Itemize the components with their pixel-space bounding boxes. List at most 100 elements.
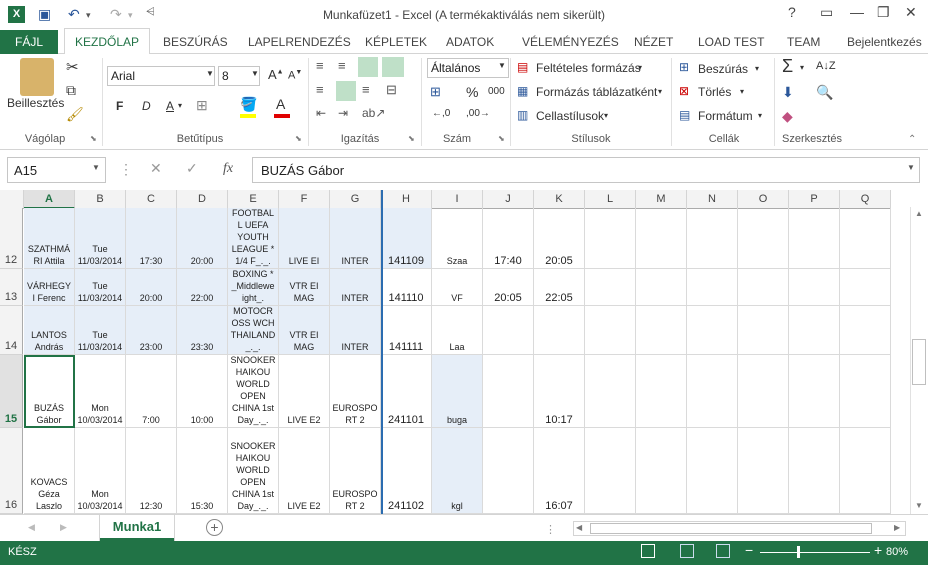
column-header-a[interactable]: A [24, 190, 75, 209]
cell-g12[interactable]: INTER [330, 208, 381, 269]
cell-a12[interactable]: SZATHMÁ RI Attila [24, 208, 75, 269]
cell-h15[interactable]: 241101 [381, 355, 432, 428]
cell-n13[interactable] [687, 269, 738, 306]
cell-e12[interactable]: FOOTBAL L UEFA YOUTH LEAGUE * 1/4 F_._. [228, 208, 279, 269]
chevron-down-icon[interactable]: ▼ [251, 69, 259, 78]
autosum-icon[interactable]: Σ [782, 56, 793, 77]
chevron-down-icon[interactable]: ▾ [740, 87, 744, 96]
cell-h14[interactable]: 141111 [381, 306, 432, 355]
chevron-down-icon[interactable]: ▾ [638, 63, 642, 72]
cell-f15[interactable]: LIVE E2 [279, 355, 330, 428]
scroll-right-icon[interactable]: ▶ [894, 523, 900, 532]
cell-c13[interactable]: 20:00 [126, 269, 177, 306]
cell-f14[interactable]: VTR EI MAG [279, 306, 330, 355]
cell-d13[interactable]: 22:00 [177, 269, 228, 306]
expand-formula-bar-icon[interactable]: ▼ [907, 163, 915, 172]
cell-q14[interactable] [840, 306, 891, 355]
column-header-d[interactable]: D [177, 190, 228, 209]
cell-e16[interactable]: SNOOKER HAIKOU WORLD OPEN CHINA 1st Day_… [228, 428, 279, 514]
chevron-down-icon[interactable]: ▾ [604, 111, 608, 120]
vertical-scrollbar[interactable]: ▲ ▼ [910, 207, 928, 514]
cell-k12[interactable]: 20:05 [534, 208, 585, 269]
normal-view-icon[interactable] [641, 544, 655, 558]
cell-k15[interactable]: 10:17 [534, 355, 585, 428]
cell-d14[interactable]: 23:30 [177, 306, 228, 355]
cell-c16[interactable]: 12:30 [126, 428, 177, 514]
copy-icon[interactable]: ⧉ [66, 82, 76, 99]
tab-review[interactable]: VÉLEMÉNYEZÉS [522, 35, 619, 49]
cell-e15[interactable]: SNOOKER HAIKOU WORLD OPEN CHINA 1st Day_… [228, 355, 279, 428]
clipboard-launcher-icon[interactable]: ⬊ [90, 134, 97, 143]
cell-i12[interactable]: Szaa [432, 208, 483, 269]
column-header-j[interactable]: J [483, 190, 534, 209]
scroll-up-icon[interactable]: ▲ [915, 209, 923, 218]
horizontal-scroll-thumb[interactable] [590, 523, 872, 534]
scroll-sheets-right-icon[interactable]: ▶ [60, 522, 67, 533]
tab-view[interactable]: NÉZET [634, 35, 673, 49]
column-header-k[interactable]: K [534, 190, 585, 209]
chevron-down-icon[interactable]: ▾ [755, 64, 759, 73]
orientation-icon[interactable]: ab↗ [362, 106, 385, 120]
cell-l14[interactable] [585, 306, 636, 355]
align-middle-icon[interactable]: ≡ [338, 58, 346, 73]
chevron-down-icon[interactable]: ▾ [758, 111, 762, 120]
decrease-decimal-icon[interactable]: ,00→ [466, 108, 490, 119]
minimize-button[interactable]: — [850, 4, 864, 20]
row-header-14[interactable]: 14 [0, 306, 23, 355]
cut-icon[interactable]: ✂ [66, 58, 79, 76]
cell-p15[interactable] [789, 355, 840, 428]
tab-formulas[interactable]: KÉPLETEK [365, 35, 427, 49]
font-color-icon[interactable]: A [276, 96, 285, 112]
sign-in-link[interactable]: Bejelentkezés [847, 35, 922, 49]
paste-icon[interactable] [20, 58, 54, 96]
cancel-icon[interactable]: ✕ [150, 160, 162, 177]
cell-styles-icon[interactable]: ▥ [517, 108, 528, 122]
font-launcher-icon[interactable]: ⬊ [295, 134, 302, 143]
grow-font-icon[interactable]: A▲ [268, 67, 284, 82]
scroll-left-icon[interactable]: ◀ [576, 523, 582, 532]
increase-decimal-icon[interactable]: ←,0 [432, 108, 450, 119]
cell-j15[interactable] [483, 355, 534, 428]
cell-c14[interactable]: 23:00 [126, 306, 177, 355]
cell-n12[interactable] [687, 208, 738, 269]
row-header-13[interactable]: 13 [0, 269, 23, 306]
cell-e14[interactable]: MOTOCR OSS WCH THAILAND _._. [228, 306, 279, 355]
cell-g15[interactable]: EUROSPO RT 2 [330, 355, 381, 428]
cell-g13[interactable]: INTER [330, 269, 381, 306]
comma-style-button[interactable]: 000 [488, 86, 505, 97]
page-break-view-icon[interactable] [716, 544, 730, 558]
zoom-out-button[interactable]: − [745, 542, 753, 558]
cell-l12[interactable] [585, 208, 636, 269]
cell-b13[interactable]: Tue 11/03/2014 [75, 269, 126, 306]
clear-icon[interactable]: ◆ [782, 108, 793, 125]
cell-b14[interactable]: Tue 11/03/2014 [75, 306, 126, 355]
help-button[interactable]: ? [788, 4, 796, 20]
column-header-e[interactable]: E [228, 190, 279, 209]
tab-file[interactable]: FÁJL [0, 30, 58, 54]
add-sheet-button[interactable]: + [206, 519, 223, 536]
format-as-table-button[interactable]: Formázás táblázatként [536, 85, 657, 99]
cell-b12[interactable]: Tue 11/03/2014 [75, 208, 126, 269]
cell-n16[interactable] [687, 428, 738, 514]
tab-insert[interactable]: BESZÚRÁS [163, 35, 228, 49]
find-select-icon[interactable]: 🔍 [816, 84, 833, 101]
merge-center-icon[interactable]: ⊟ [386, 82, 397, 98]
cell-d16[interactable]: 15:30 [177, 428, 228, 514]
cell-q15[interactable] [840, 355, 891, 428]
cell-g16[interactable]: EUROSPO RT 2 [330, 428, 381, 514]
chevron-down-icon[interactable]: ▾ [178, 101, 182, 110]
cell-j13[interactable]: 20:05 [483, 269, 534, 306]
cell-m14[interactable] [636, 306, 687, 355]
cell-f13[interactable]: VTR EI MAG [279, 269, 330, 306]
chevron-down-icon[interactable]: ▼ [206, 69, 214, 78]
insert-cells-button[interactable]: Beszúrás [698, 62, 748, 76]
cell-d15[interactable]: 10:00 [177, 355, 228, 428]
spreadsheet-grid[interactable]: A B C D E F G H I J K L M N O P Q 12 SZATHMÁ RI Attila Tue … [0, 190, 910, 514]
enter-icon[interactable]: ✓ [186, 160, 198, 177]
cell-i16[interactable]: kgl [432, 428, 483, 514]
column-header-h[interactable]: H [381, 190, 432, 209]
sheet-tab-munka1[interactable]: Munka1 [100, 515, 174, 541]
cell-f12[interactable]: LIVE EI [279, 208, 330, 269]
wrap-text-icon[interactable] [382, 57, 404, 77]
zoom-slider-thumb[interactable] [797, 546, 800, 558]
